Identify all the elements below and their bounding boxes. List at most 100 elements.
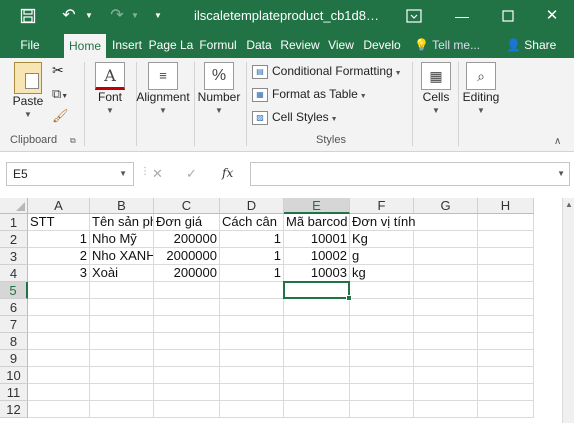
worksheet-grid[interactable]: ABCDEFGH 1 2 3 4 5 6 7 8 9 10 11 12 STT Tên sản ph Đơ… (0, 198, 574, 423)
cell-f7[interactable] (350, 316, 414, 333)
tab-file[interactable]: File (10, 32, 50, 58)
close-icon[interactable]: ✕ (540, 6, 564, 26)
cell-b3[interactable]: Nho XANH (90, 248, 154, 265)
cell-g3[interactable] (414, 248, 478, 265)
row-header-1[interactable]: 1 (0, 214, 28, 231)
cell-h6[interactable] (478, 299, 534, 316)
cell-a7[interactable] (28, 316, 90, 333)
cell-c3[interactable]: 2000000 (154, 248, 220, 265)
row-header-3[interactable]: 3 (0, 248, 28, 265)
tab-developer[interactable]: Develo (360, 32, 404, 58)
cell-a9[interactable] (28, 350, 90, 367)
row-header-8[interactable]: 8 (0, 333, 28, 350)
cell-g12[interactable] (414, 401, 478, 418)
scroll-up-icon[interactable]: ▲ (565, 200, 573, 209)
insert-function-icon[interactable]: fx (222, 166, 233, 180)
save-icon[interactable] (18, 6, 38, 26)
cell-b10[interactable] (90, 367, 154, 384)
column-header-h[interactable]: H (478, 198, 534, 214)
cell-a3[interactable]: 2 (28, 248, 90, 265)
undo-dropdown-icon[interactable]: ▼ (84, 6, 94, 26)
cell-b5[interactable] (90, 282, 154, 299)
copy-icon[interactable]: ⧉▼ (52, 86, 68, 102)
cell-f5[interactable] (350, 282, 414, 299)
tab-data[interactable]: Data (242, 32, 276, 58)
cell-h3[interactable] (478, 248, 534, 265)
expand-formula-bar-icon[interactable]: ▼ (557, 169, 565, 178)
cell-b12[interactable] (90, 401, 154, 418)
cell-c11[interactable] (154, 384, 220, 401)
alignment-button[interactable]: ≡ Alignment ▼ (134, 62, 192, 115)
redo-icon[interactable]: ↷ (106, 6, 128, 26)
cell-h10[interactable] (478, 367, 534, 384)
column-header-b[interactable]: B (90, 198, 154, 214)
cell-f11[interactable] (350, 384, 414, 401)
dialog-launcher-icon[interactable]: ⧉ (70, 136, 76, 146)
cell-g4[interactable] (414, 265, 478, 282)
maximize-icon[interactable] (496, 6, 520, 26)
cell-a5[interactable] (28, 282, 90, 299)
cell-f4[interactable]: kg (350, 265, 414, 282)
column-header-g[interactable]: G (414, 198, 478, 214)
row-header-4[interactable]: 4 (0, 265, 28, 282)
cell-f9[interactable] (350, 350, 414, 367)
vertical-scrollbar[interactable]: ▲ (562, 198, 574, 423)
cell-b2[interactable]: Nho Mỹ (90, 231, 154, 248)
cell-d6[interactable] (220, 299, 284, 316)
format-painter-icon[interactable]: 🖌 (52, 108, 69, 124)
row-header-7[interactable]: 7 (0, 316, 28, 333)
cell-b8[interactable] (90, 333, 154, 350)
cell-f12[interactable] (350, 401, 414, 418)
cell-g10[interactable] (414, 367, 478, 384)
cell-h2[interactable] (478, 231, 534, 248)
name-box[interactable]: E5 ▼ (6, 162, 134, 186)
cell-d10[interactable] (220, 367, 284, 384)
cell-e3[interactable]: 10002 (284, 248, 350, 265)
cut-icon[interactable]: ✂ (52, 62, 64, 79)
cell-f10[interactable] (350, 367, 414, 384)
cell-styles-button[interactable]: ▨ Cell Styles ▼ (252, 110, 338, 125)
cell-c9[interactable] (154, 350, 220, 367)
conditional-formatting-button[interactable]: ▤ Conditional Formatting ▼ (252, 64, 402, 79)
cell-c10[interactable] (154, 367, 220, 384)
cell-c1[interactable]: Đơn giá (154, 214, 220, 231)
row-header-11[interactable]: 11 (0, 384, 28, 401)
cell-d4[interactable]: 1 (220, 265, 284, 282)
customize-quick-access-icon[interactable]: ▼ (152, 6, 164, 26)
cell-a12[interactable] (28, 401, 90, 418)
column-header-f[interactable]: F (350, 198, 414, 214)
cell-a11[interactable] (28, 384, 90, 401)
tell-me-search[interactable]: 💡 Tell me... (414, 32, 480, 58)
select-all-button[interactable] (0, 198, 28, 214)
cell-c8[interactable] (154, 333, 220, 350)
cell-c6[interactable] (154, 299, 220, 316)
fill-handle[interactable] (346, 295, 352, 301)
cell-e2[interactable]: 10001 (284, 231, 350, 248)
cell-b6[interactable] (90, 299, 154, 316)
cell-a6[interactable] (28, 299, 90, 316)
cell-a1[interactable]: STT (28, 214, 90, 231)
row-header-10[interactable]: 10 (0, 367, 28, 384)
cell-b9[interactable] (90, 350, 154, 367)
cell-h5[interactable] (478, 282, 534, 299)
cell-e11[interactable] (284, 384, 350, 401)
cell-b4[interactable]: Xoài (90, 265, 154, 282)
tab-view[interactable]: View (324, 32, 358, 58)
cell-g7[interactable] (414, 316, 478, 333)
undo-icon[interactable]: ↶ (58, 6, 80, 26)
cell-f6[interactable] (350, 299, 414, 316)
cell-h12[interactable] (478, 401, 534, 418)
enter-check-icon[interactable]: ✓ (186, 166, 197, 182)
cell-g11[interactable] (414, 384, 478, 401)
cell-e4[interactable]: 10003 (284, 265, 350, 282)
cell-c4[interactable]: 200000 (154, 265, 220, 282)
cell-a2[interactable]: 1 (28, 231, 90, 248)
cell-g2[interactable] (414, 231, 478, 248)
cell-g5[interactable] (414, 282, 478, 299)
row-header-12[interactable]: 12 (0, 401, 28, 418)
editing-button[interactable]: ⌕ Editing ▼ (460, 62, 502, 115)
cells-button[interactable]: ▦ Cells ▼ (416, 62, 456, 115)
cell-b1[interactable]: Tên sản ph (90, 214, 154, 231)
font-button[interactable]: A Font ▼ (90, 62, 130, 115)
tab-formulas[interactable]: Formul (196, 32, 240, 58)
